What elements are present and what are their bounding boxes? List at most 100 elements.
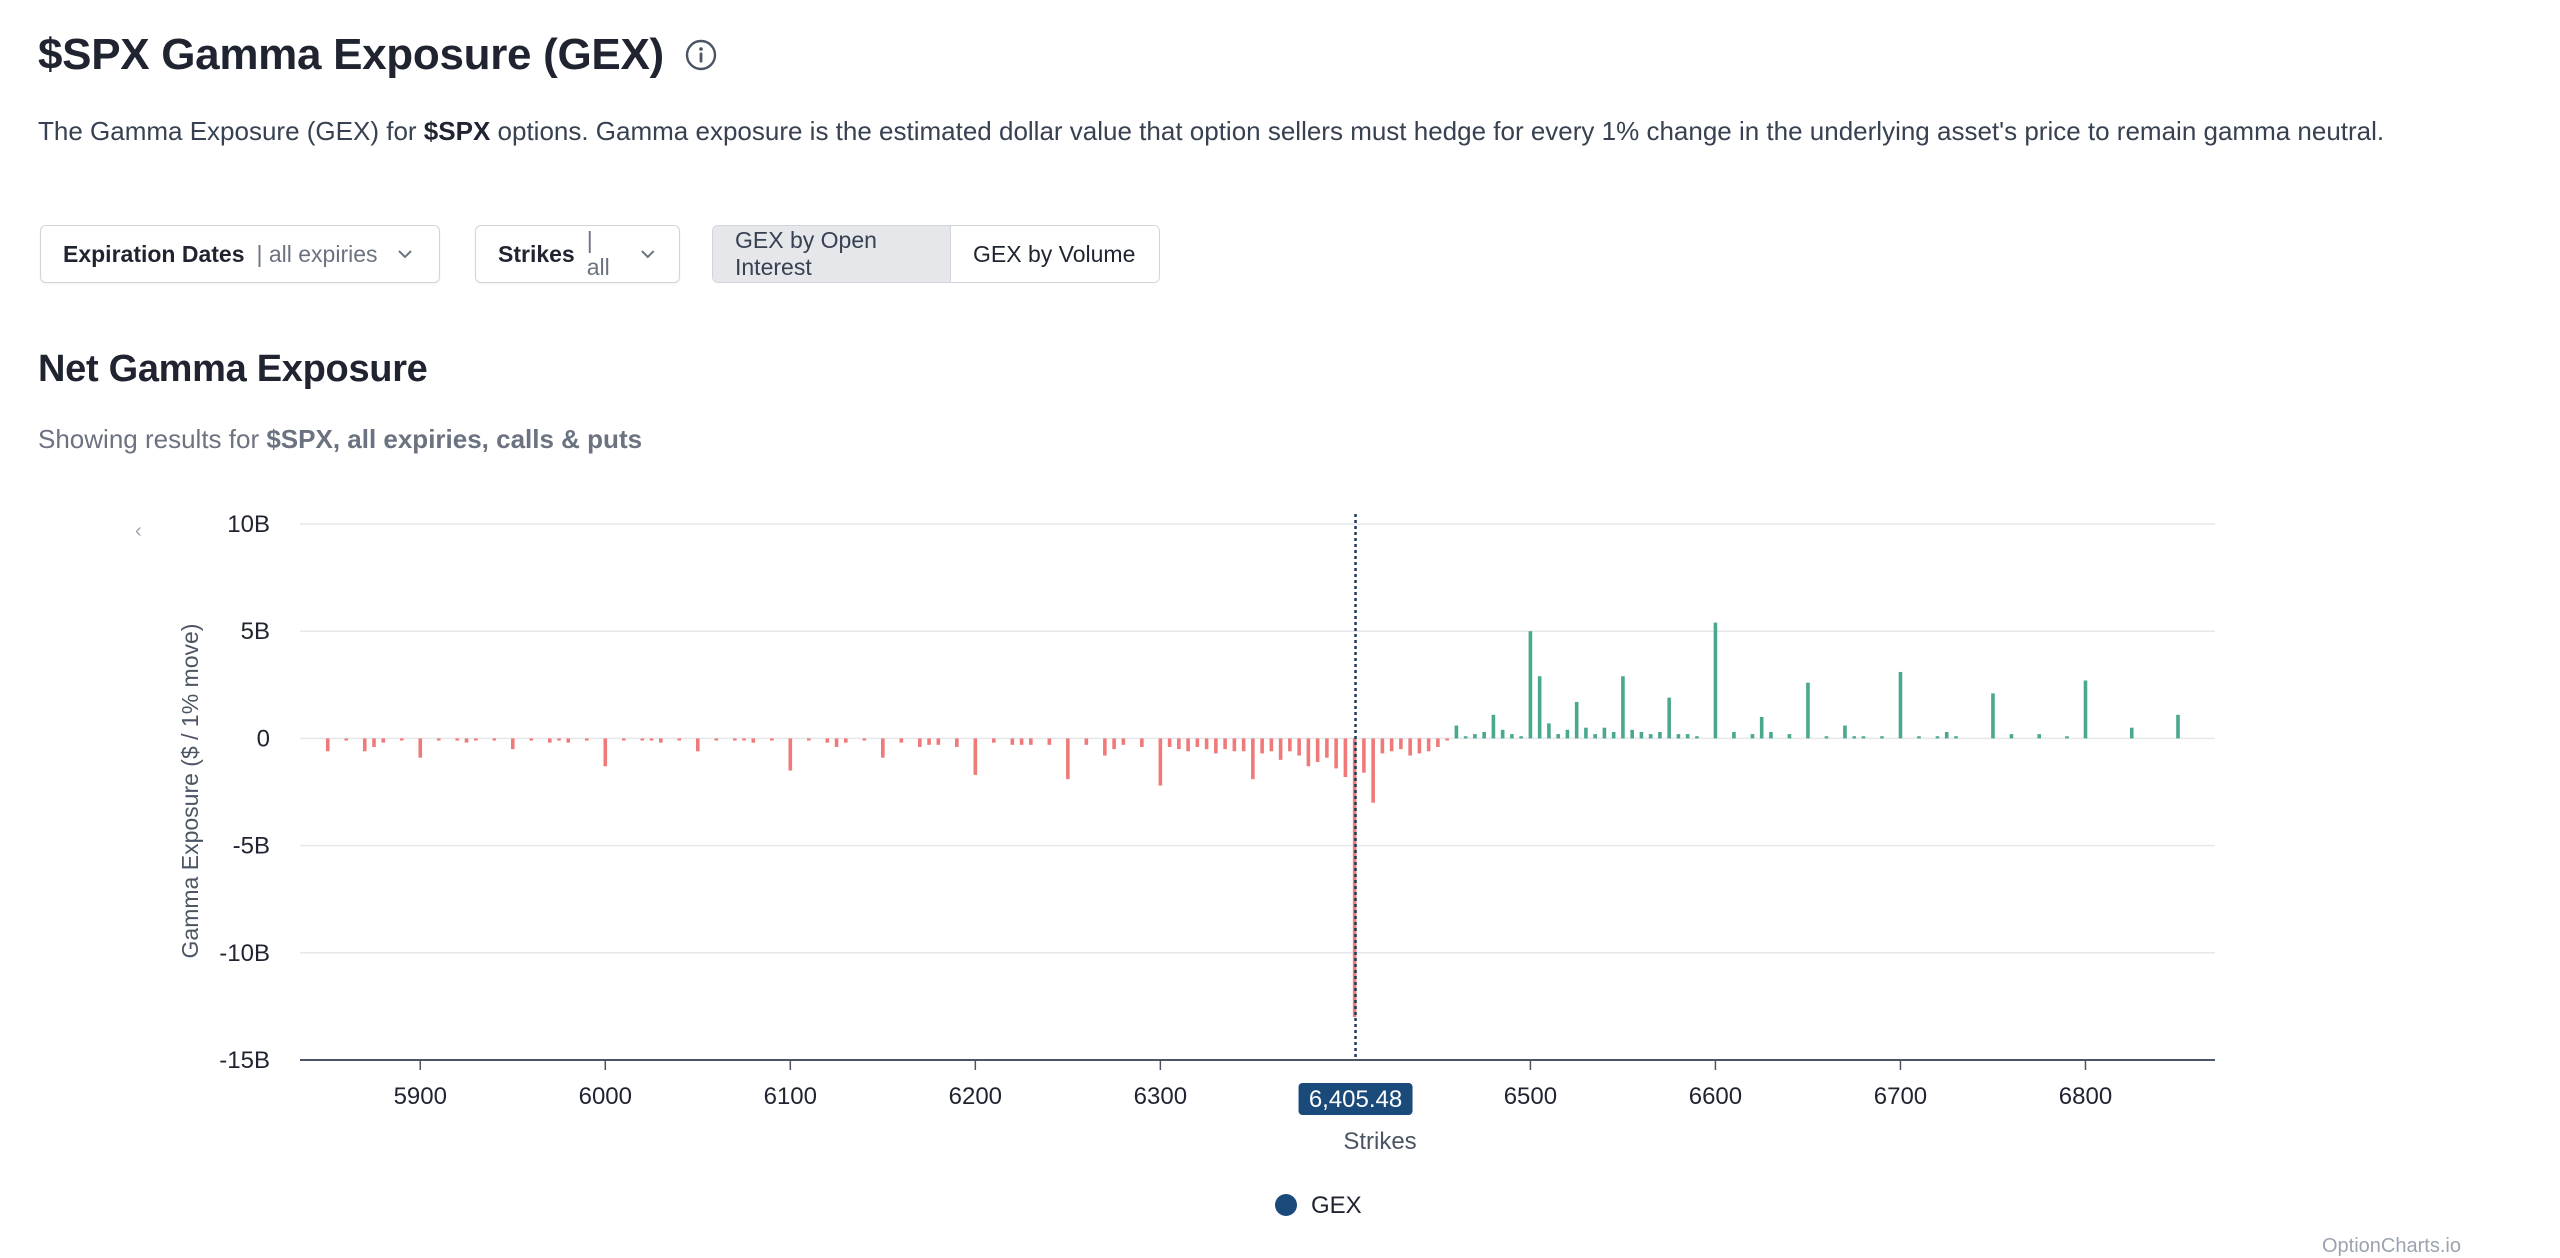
gex-bar [1010,738,1015,745]
gex-bar [733,738,737,741]
x-tick-label: 6100 [764,1083,817,1110]
gex-bar [1935,736,1940,739]
gex-bar [529,738,534,741]
gex-bar [1695,736,1699,739]
info-icon[interactable] [684,38,718,72]
watermark: OptionCharts.io [2322,1235,2461,1257]
gex-bar [1047,738,1052,745]
gex-bar [1315,738,1320,762]
gex-bar [492,738,497,741]
gex-bar [714,738,719,741]
gex-bar [1482,731,1486,739]
gex-bar [1066,738,1070,780]
gex-bar [1611,731,1616,739]
gex-bar [918,738,922,747]
gex-bar [1658,731,1662,739]
gex-bar [658,738,663,743]
gex-bar [510,738,515,750]
gex-bar [584,738,589,741]
gex-bar [1556,734,1560,739]
legend-dot [1275,1194,1297,1216]
spot-price-label: 6,405.48 [1309,1086,1402,1113]
gex-bar [1991,693,1995,739]
x-tick-label: 6700 [1874,1083,1927,1110]
y-axis-label: Gamma Exposure ($ / 1% move) [177,624,203,959]
gex-bar [973,738,978,775]
gex-bar [2065,736,2069,739]
gex-bar [927,738,931,745]
gex-bar [2037,734,2042,739]
gex-bar [1944,731,1949,739]
subtitle-bold: $SPX, all expiries, calls & puts [266,424,643,454]
gex-bar [788,738,793,771]
expiration-dates-dropdown[interactable]: Expiration Dates | all expiries [40,225,440,283]
gex-bar [742,738,746,741]
gex-bar [1574,701,1579,739]
gex-bar [1251,738,1255,780]
gex-bar [1806,682,1810,739]
gex-bar [1473,734,1477,739]
y-tick-label: -5B [233,833,270,860]
gex-bar [881,738,885,758]
x-tick-label: 5900 [394,1083,447,1110]
y-tick-label: 0 [257,725,270,752]
gex-bar [381,738,386,743]
gex-mode-toggle: GEX by Open Interest GEX by Volume [712,225,1160,283]
page-title: $SPX Gamma Exposure (GEX) [38,30,664,79]
gex-bar [621,738,626,741]
description-symbol: $SPX [423,116,491,146]
gex-bar [649,738,654,741]
gex-bar [473,738,478,741]
gex-bar [1140,738,1144,747]
gex-bar [770,738,774,741]
chevron-down-icon [641,250,655,259]
x-tick-label: 6000 [579,1083,632,1110]
gex-bar [464,738,469,743]
gex-bar [1436,738,1440,747]
gex-bar [344,738,349,741]
gex-chart: 10B 5B 0 -5B -10B -15B 5900 6000 6100 6200 6300 65… [177,511,2215,1219]
gex-bar [1713,622,1718,739]
gex-bar [1223,738,1227,750]
gex-bar [2129,727,2134,739]
gex-bar [1158,738,1163,786]
gex-bar [547,738,552,743]
gex-bar [1565,729,1570,739]
strikes-label: Strikes [498,240,575,267]
chart-grid [300,523,2215,1061]
expiration-dates-label: Expiration Dates [63,240,245,267]
gex-bar [1214,738,1218,754]
gex-bar [1362,738,1366,773]
gex-bar [436,738,441,741]
gex-bar [603,738,608,767]
gex-bar [1269,738,1274,752]
x-tick-label: 6800 [2059,1083,2112,1110]
gex-bar [1112,738,1116,750]
y-tick-label: 5B [241,618,270,645]
gex-bar [566,738,571,743]
gex-by-open-interest-button[interactable]: GEX by Open Interest [713,226,951,282]
gex-bar [1371,738,1375,803]
chart-legend[interactable]: GEX [1275,1192,1362,1219]
gex-bar [2176,714,2180,739]
strikes-dropdown[interactable]: Strikes | all [475,225,680,283]
gex-bar [557,738,561,741]
gex-bar [807,738,811,741]
gex-bar [936,738,941,745]
gex-by-volume-button[interactable]: GEX by Volume [951,226,1159,282]
gex-bar [1787,734,1792,739]
gex-bar [1177,738,1181,750]
chart-bars [325,622,2180,1018]
gex-bar [1685,734,1690,739]
gex-bar [1167,738,1172,747]
gex-bar [640,738,645,741]
gex-bar [1824,736,1829,739]
gex-bar [1547,723,1551,739]
gex-bar [1648,734,1653,739]
expiration-dates-value: | all expiries [256,240,378,267]
gex-bar [1103,738,1107,756]
gex-bar [1399,738,1403,750]
gex-bar [1843,725,1847,739]
gex-bar [1454,725,1459,739]
gex-bar [1898,671,1903,739]
